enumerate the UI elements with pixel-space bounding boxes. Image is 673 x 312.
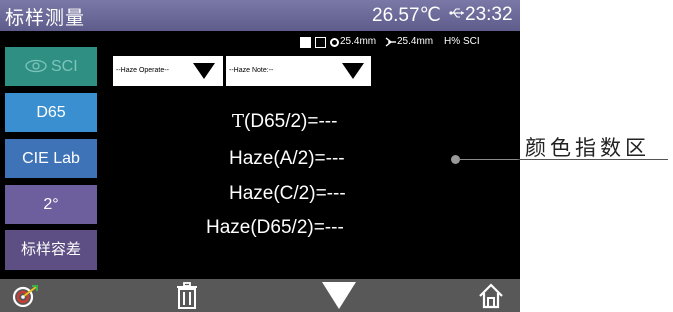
target-icon[interactable] (12, 285, 40, 307)
mode-h-percent: H% (444, 36, 461, 47)
transmittance-value: (D65/2)=--- (244, 111, 338, 132)
standard-tolerance-label: 标样容差 (20, 241, 81, 258)
title-bar: 标样测量 26.57℃ 23:32 (0, 0, 520, 31)
aperture-size-1: 25.4mm (340, 36, 377, 47)
haze-c-reading: Haze(C/2)=--- (229, 183, 346, 204)
triangle-down-icon[interactable] (322, 282, 356, 309)
color-space-label: CIE Lab (22, 150, 80, 167)
home-icon[interactable] (478, 283, 504, 309)
transmittance-symbol: T (232, 111, 245, 132)
clock: 23:32 (465, 4, 513, 25)
aperture-size-2: 25.4mm (397, 36, 434, 47)
observer-angle-label: 2° (43, 196, 59, 213)
haze-note-value: --Haze Note:-- (229, 67, 274, 74)
sci-button[interactable]: SCI (5, 47, 97, 86)
usb-icon (449, 8, 464, 18)
trash-icon[interactable] (175, 282, 199, 310)
annotation-label: 颜色指数区 (525, 137, 650, 160)
callout-line (458, 159, 518, 160)
observer-angle-button[interactable]: 2° (5, 185, 97, 224)
dropdown-arrow-icon (342, 63, 364, 79)
aperture-ring-icon (330, 38, 339, 47)
app-title: 标样测量 (5, 8, 86, 29)
sci-button-label: SCI (51, 58, 78, 75)
device-screen: 标样测量 26.57℃ 23:32 25.4mm 25.4mm H% SCI S… (0, 0, 520, 312)
empty-square-icon (315, 37, 326, 48)
haze-operate-value: --Haze Operate-- (116, 67, 169, 74)
eye-icon (25, 59, 47, 73)
haze-d65-reading: Haze(D65/2)=--- (206, 217, 344, 238)
haze-a-reading: Haze(A/2)=--- (229, 148, 345, 169)
standard-tolerance-button[interactable]: 标样容差 (5, 230, 97, 270)
mode-sci: SCI (463, 36, 480, 47)
dropdown-arrow-icon (193, 63, 215, 79)
haze-note-dropdown[interactable]: --Haze Note:-- (226, 56, 371, 86)
haze-operate-dropdown[interactable]: --Haze Operate-- (113, 56, 223, 86)
temperature-readout: 26.57℃ (372, 5, 441, 26)
illuminant-button[interactable]: D65 (5, 93, 97, 132)
transmittance-reading: T(D65/2)=--- (232, 111, 337, 133)
bottom-toolbar (0, 279, 520, 312)
filled-square-icon (300, 37, 311, 48)
light-path-icon (385, 37, 396, 47)
illuminant-label: D65 (36, 104, 66, 121)
color-space-button[interactable]: CIE Lab (5, 139, 97, 178)
